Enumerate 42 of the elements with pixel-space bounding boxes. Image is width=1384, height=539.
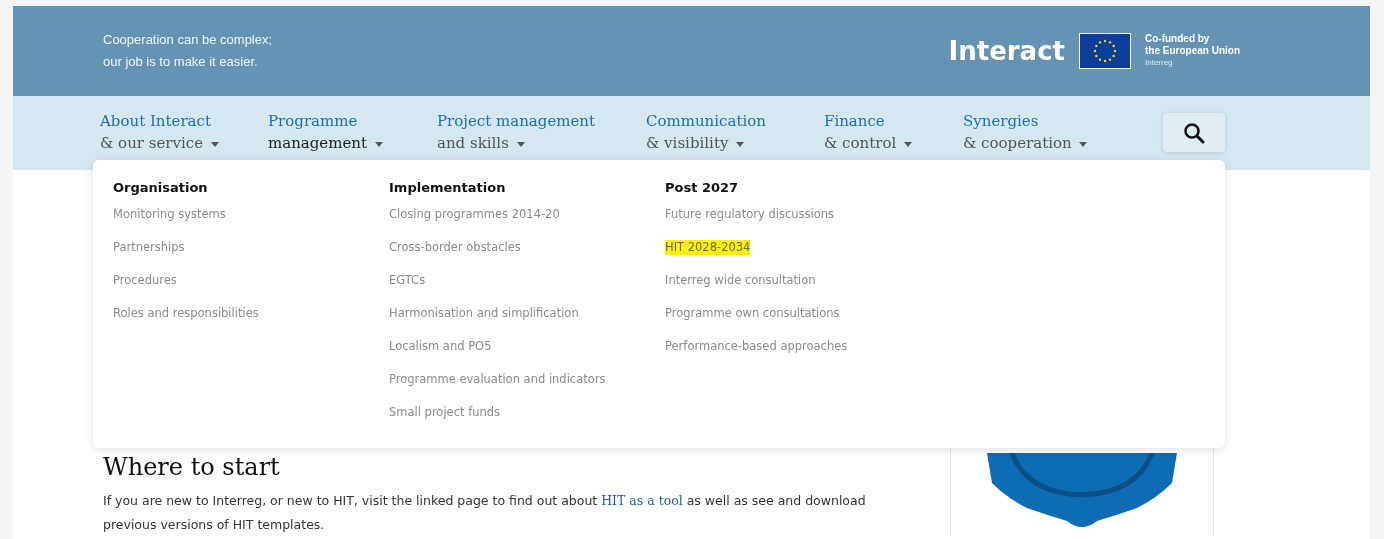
search-button[interactable] (1163, 113, 1225, 152)
menu-link[interactable]: Partnerships (113, 240, 185, 255)
menu-column-heading: Post 2027 (665, 180, 739, 195)
menu-link[interactable]: Small project funds (389, 405, 501, 420)
section-heading: Where to start (103, 453, 281, 481)
nav-menu-item[interactable]: Project management and skills (437, 110, 646, 154)
caret-icon (1079, 141, 1088, 147)
nav-menu-item[interactable]: About Interact & our service (100, 110, 268, 154)
menu-link[interactable]: Monitoring systems (113, 207, 226, 222)
menu-link[interactable]: Cross-border obstacles (389, 240, 521, 255)
menu-column-heading: Organisation (113, 180, 208, 195)
eu-funding-text: Co-funded by (1145, 33, 1211, 45)
interact-logo[interactable]: Interact (948, 36, 1065, 66)
caret-icon (210, 141, 219, 147)
menu-link[interactable]: Roles and responsibilities (113, 306, 259, 321)
programme-label: Interreg (1145, 57, 1174, 69)
eu-funding-text: the European Union (1145, 45, 1240, 57)
intro-paragraph: If you are new to Interreg, or new to HIT, visit the linked page to find out about HIT as a tool as well as see and download previous versions of HIT templates. (103, 492, 867, 534)
menu-link[interactable]: Closing programmes 2014-20 (389, 207, 560, 222)
nav-menu-item[interactable]: Synergies & cooperation (963, 110, 1163, 154)
caret-icon (736, 141, 745, 147)
menu-link[interactable]: Performance-based approaches (665, 339, 848, 354)
nav-menu-item[interactable]: Finance & control (824, 110, 963, 154)
menu-link[interactable]: Interreg wide consultation (665, 273, 816, 288)
caret-icon (374, 141, 383, 147)
menu-link[interactable]: Future regulatory discussions (665, 207, 834, 222)
caret-icon (904, 141, 912, 147)
tagline: Cooperation can be complex; our job is to make it easier. (103, 31, 273, 71)
caret-icon (516, 141, 525, 147)
menu-link[interactable]: Programme own consultations (665, 306, 840, 321)
menu-link[interactable]: Localism and PO5 (389, 339, 492, 354)
menu-column-heading: Implementation (389, 180, 506, 195)
menu-link[interactable]: Harmonisation and simplification (389, 306, 579, 321)
search-icon (1183, 121, 1205, 144)
nav-menu-item[interactable]: Programme management (268, 110, 437, 154)
nav-menu-item[interactable]: Communication & visibility (646, 110, 824, 154)
menu-link[interactable]: Programme evaluation and indicators (389, 372, 606, 387)
menu-link[interactable]: EGTCs (389, 273, 426, 288)
menu-link[interactable]: Procedures (113, 273, 177, 288)
hit-tool-link[interactable]: HIT as a tool (601, 493, 683, 508)
menu-link[interactable]: HIT 2028-2034 (665, 240, 751, 255)
eu-flag-icon (1079, 33, 1131, 69)
